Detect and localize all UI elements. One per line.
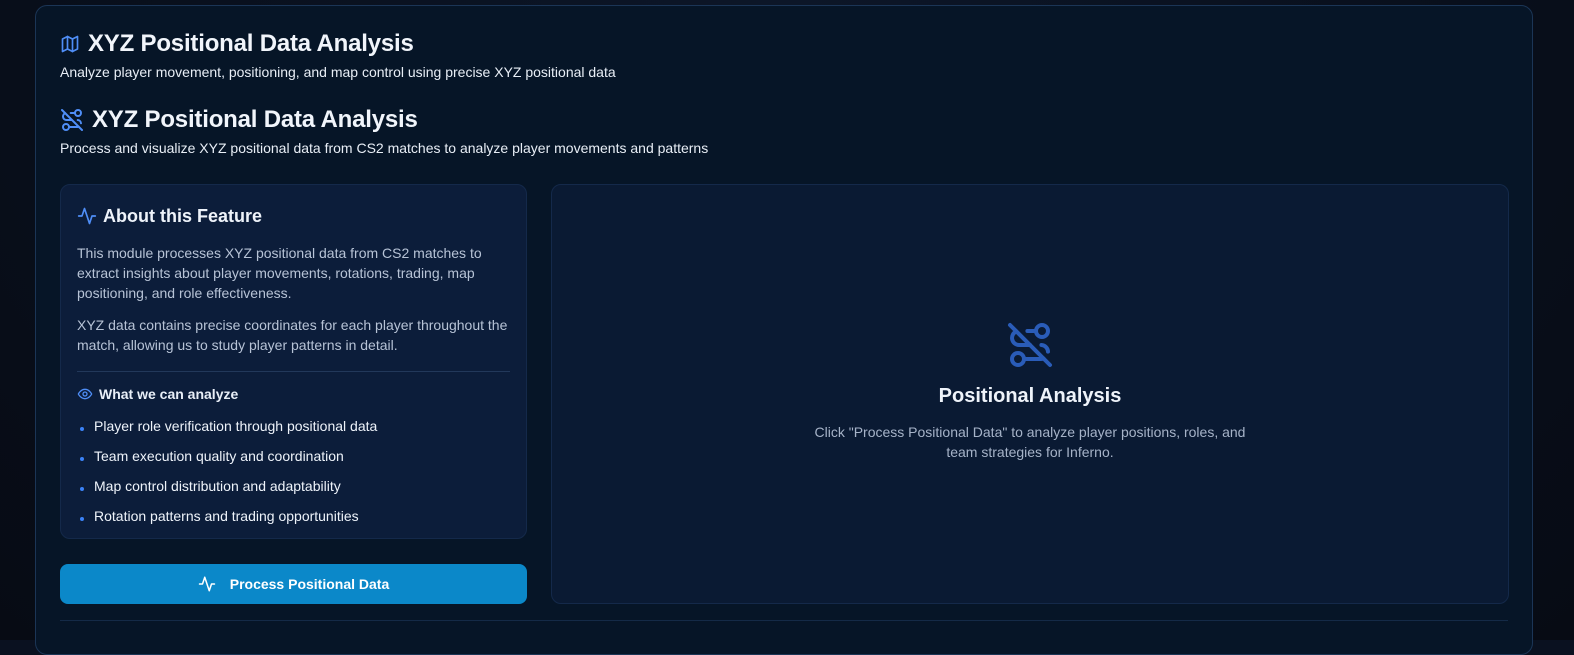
about-paragraph-2: XYZ data contains precise coordinates fo… [77,317,508,353]
bullet-dot [80,487,84,491]
analyze-list: Player role verification through positio… [77,411,510,531]
list-item-text: Rotation patterns and trading opportunit… [94,508,359,524]
activity-icon [77,206,97,226]
section-header: XYZ Positional Data Analysis Process and… [60,104,708,156]
process-button-label: Process Positional Data [229,576,390,592]
route-off-icon [1006,321,1054,369]
analyze-title: What we can analyze [99,386,239,402]
list-item: Map control distribution and adaptabilit… [77,471,510,501]
empty-state-title: Positional Analysis [938,385,1122,407]
activity-icon [198,575,216,593]
list-item: Player role verification through positio… [77,411,510,441]
main-panel: XYZ Positional Data Analysis Analyze pla… [35,5,1533,655]
route-off-icon [60,108,84,132]
map-icon [60,34,80,54]
list-item-text: Map control distribution and adaptabilit… [94,478,341,494]
empty-state: Positional Analysis Click "Process Posit… [552,321,1508,462]
about-paragraph-1: This module processes XYZ positional dat… [77,245,482,301]
divider [60,620,1508,621]
bullet-dot [80,457,84,461]
empty-state-description: Click "Process Positional Data" to analy… [814,424,1246,460]
bullet-dot [80,517,84,521]
bullet-dot [80,427,84,431]
about-card: About this Feature This module processes… [60,184,527,539]
list-item: Team execution quality and coordination [77,441,510,471]
page-title: XYZ Positional Data Analysis [88,30,414,57]
section-title: XYZ Positional Data Analysis [92,106,418,133]
page-header: XYZ Positional Data Analysis Analyze pla… [60,28,616,80]
list-item-text: Player role verification through positio… [94,418,378,434]
divider [77,371,510,372]
eye-icon [77,386,93,402]
section-subtitle: Process and visualize XYZ positional dat… [60,140,709,156]
about-title: About this Feature [103,205,263,226]
list-item-text: Team execution quality and coordination [94,448,344,464]
process-positional-data-button[interactable]: Process Positional Data [60,564,527,604]
analysis-panel: Positional Analysis Click "Process Posit… [551,184,1509,604]
list-item: Rotation patterns and trading opportunit… [77,501,510,531]
page-subtitle: Analyze player movement, positioning, an… [60,64,616,80]
